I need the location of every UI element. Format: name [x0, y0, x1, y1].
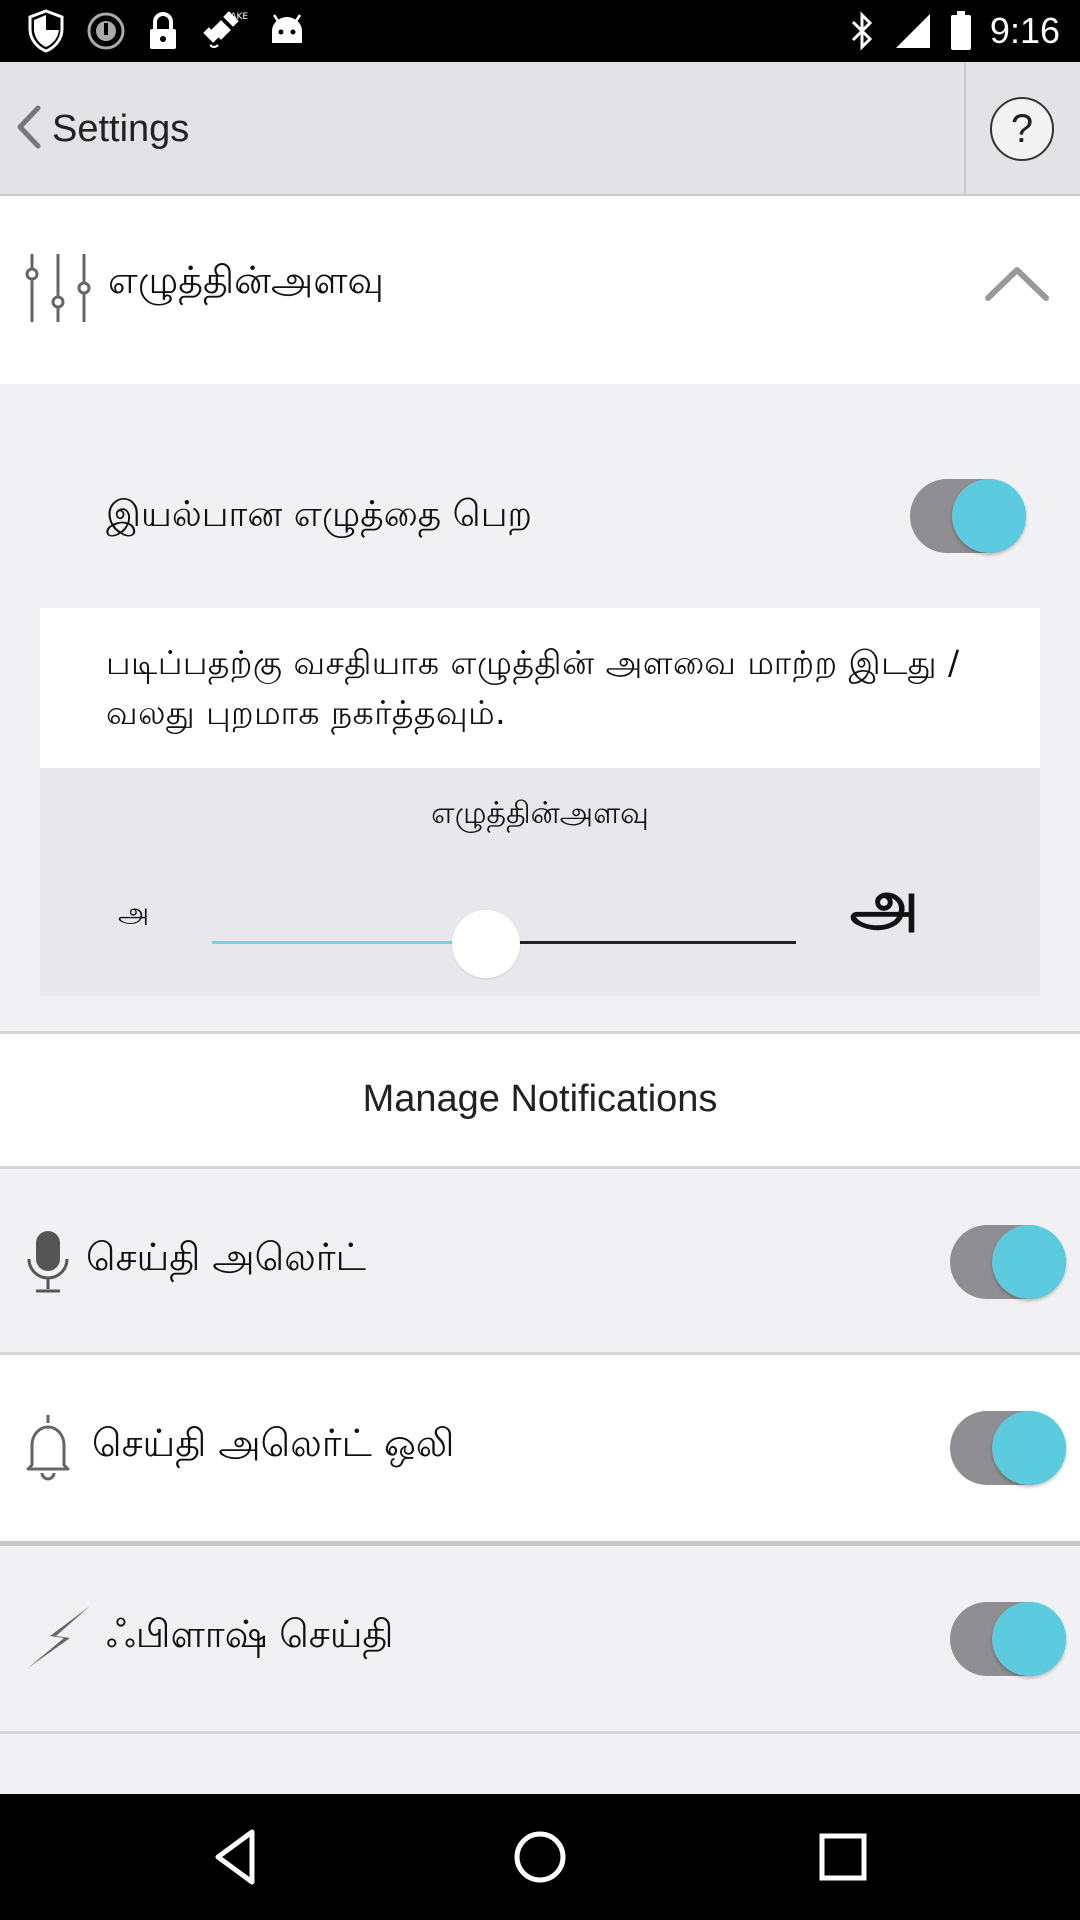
clock-time: 9:16 — [989, 10, 1060, 51]
normal-font-row: இயல்பான எழுத்தை பெற — [0, 384, 1080, 606]
home-icon[interactable] — [507, 1824, 573, 1890]
normal-font-toggle[interactable] — [910, 479, 1026, 553]
font-size-section-header[interactable]: எழுத்தின்அளவு — [0, 198, 1080, 384]
notification-label: செய்தி அலெர்ட் ஒலி — [92, 1421, 455, 1465]
page-title: Settings — [52, 107, 190, 150]
question-mark-icon: ? — [1010, 106, 1034, 151]
navigation-bar — [0, 1794, 1080, 1920]
toggle-knob — [992, 1225, 1066, 1299]
divider — [964, 62, 966, 196]
android-icon — [268, 13, 306, 49]
lock-icon — [146, 11, 180, 51]
font-size-slider[interactable] — [212, 910, 796, 978]
notification-row-news-alert-sound[interactable]: செய்தி அலெர்ட் ஒலி — [0, 1355, 1080, 1541]
flash-icon — [24, 1602, 94, 1676]
recents-icon[interactable] — [810, 1824, 876, 1890]
next-row-partial — [0, 1734, 1080, 1794]
sliders-icon — [24, 248, 94, 332]
alarm-icon — [86, 11, 126, 51]
notification-label: செய்தி அலெர்ட் — [86, 1235, 366, 1279]
battery-icon — [950, 11, 972, 51]
chevron-up-icon[interactable] — [984, 264, 1050, 308]
back-icon[interactable] — [204, 1824, 270, 1890]
chevron-left-icon — [12, 102, 46, 156]
font-size-description: படிப்பதற்கு வசதியாக எழுத்தின் அளவை மாற்ற… — [106, 643, 960, 732]
slider-min-glyph: அ — [118, 896, 150, 929]
font-size-slider-box: எழுத்தின்அளவு அ அ — [40, 768, 1040, 996]
bluetooth-icon — [848, 11, 876, 51]
svg-text:FAKE: FAKE — [226, 12, 248, 22]
font-size-description-box: படிப்பதற்கு வசதியாக எழுத்தின் அளவை மாற்ற… — [40, 608, 1040, 768]
font-size-settings-panel: இயல்பான எழுத்தை பெற படிப்பதற்கு வசதியாக … — [0, 384, 1080, 1032]
slider-max-glyph: அ — [850, 866, 919, 939]
font-size-header-label: எழுத்தின்அளவு — [108, 258, 384, 302]
notification-row-flash-news[interactable]: ஃபிளாஷ் செய்தி — [0, 1546, 1080, 1732]
shield-icon — [26, 9, 66, 53]
toggle-knob — [952, 479, 1026, 553]
bell-icon — [24, 1413, 72, 1487]
notification-row-news-alert[interactable]: செய்தி அலெர்ட் — [0, 1169, 1080, 1355]
slider-fill — [212, 941, 487, 944]
toggle-knob — [992, 1602, 1066, 1676]
news-alert-sound-toggle[interactable] — [950, 1411, 1066, 1485]
slider-thumb[interactable] — [452, 910, 521, 978]
back-button[interactable]: Settings — [12, 90, 189, 168]
slider-title: எழுத்தின்அளவு — [431, 796, 649, 831]
fake-gps-icon: FAKE — [200, 9, 248, 53]
action-bar: Settings ? — [0, 62, 1080, 196]
manage-notifications-label: Manage Notifications — [362, 1078, 718, 1120]
signal-icon — [894, 12, 932, 50]
flash-news-toggle[interactable] — [950, 1602, 1066, 1676]
notification-label: ஃபிளாஷ் செய்தி — [106, 1612, 394, 1656]
manage-notifications-row[interactable]: Manage Notifications — [0, 1034, 1080, 1166]
normal-font-label: இயல்பான எழுத்தை பெற — [106, 494, 532, 535]
news-alert-toggle[interactable] — [950, 1225, 1066, 1299]
status-bar: FAKE 9:16 — [0, 0, 1080, 62]
microphone-icon — [24, 1227, 72, 1301]
toggle-knob — [992, 1411, 1066, 1485]
help-button[interactable]: ? — [990, 97, 1054, 161]
